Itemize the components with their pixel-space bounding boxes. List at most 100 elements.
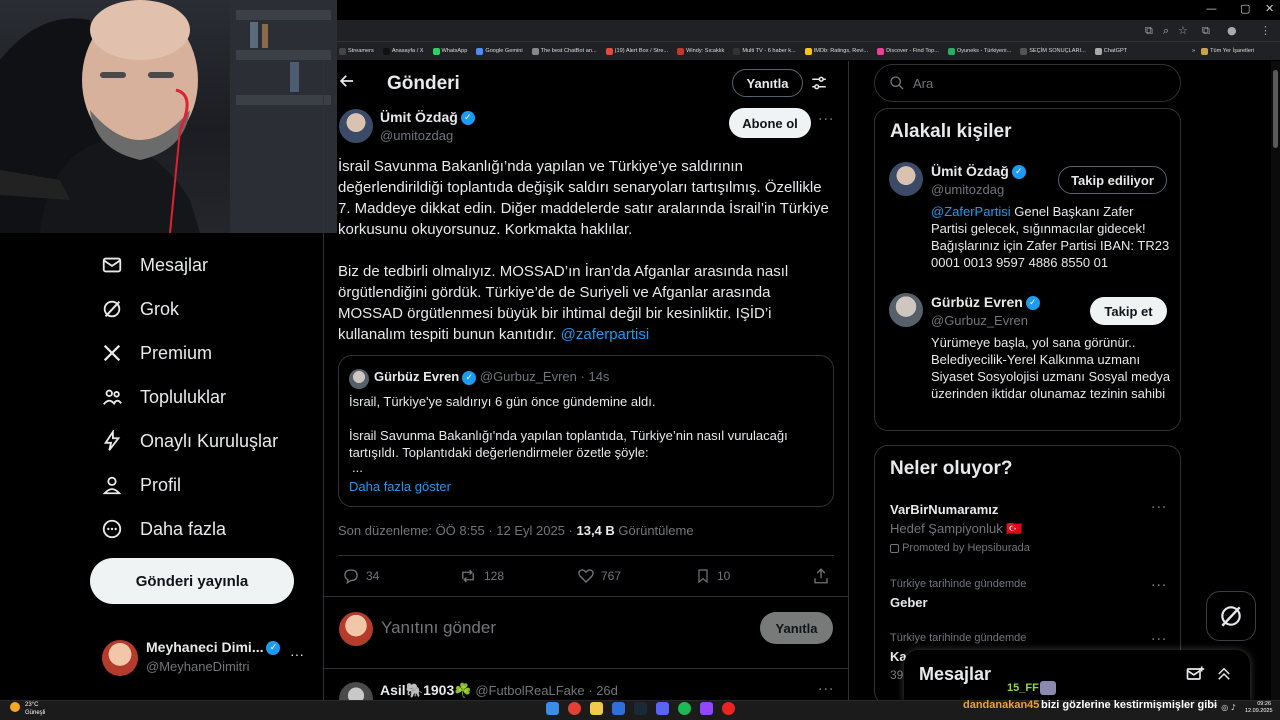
nav-profile[interactable]: Profil [100, 470, 181, 500]
bookmark-item[interactable]: Discover - Find Top... [877, 47, 939, 55]
trend-more-icon[interactable]: ··· [1151, 632, 1167, 648]
install-app-icon[interactable]: ⧉ [1145, 24, 1153, 38]
maximize-button[interactable]: ▢ [1240, 2, 1250, 15]
bookmarks-more-button[interactable]: » [1192, 48, 1195, 54]
extensions-icon[interactable]: ⧉ [1202, 24, 1210, 38]
following-button[interactable]: Takip ediliyor [1058, 166, 1167, 194]
bookmark-item[interactable]: Streamers [339, 47, 374, 55]
share-icon[interactable] [812, 567, 830, 590]
new-message-icon[interactable] [1185, 664, 1205, 689]
reply-action[interactable]: 34 [342, 567, 379, 585]
related-handle-2[interactable]: @Gurbuz_Evren [931, 313, 1028, 328]
account-switcher[interactable]: Meyhaneci Dimi... ✓ @MeyhaneDimitri ··· [100, 636, 315, 680]
all-bookmarks-button[interactable]: Tüm Yer İşaretleri [1201, 47, 1254, 55]
system-tray-icons[interactable]: ⌃ ◎ ♪ [1212, 703, 1236, 712]
chrome-icon[interactable] [568, 702, 581, 715]
related-name-2[interactable]: Gürbüz Evren [931, 294, 1023, 310]
bookmark-item[interactable]: ChatGPT [1094, 47, 1127, 55]
chat-overlay-user-1: 15_FF [1007, 682, 1039, 694]
reply-submit-button[interactable]: Yanıtla [760, 612, 833, 644]
search-input[interactable]: Ara [874, 64, 1181, 102]
related-name-1[interactable]: Ümit Özdağ [931, 163, 1009, 179]
related-avatar-1[interactable] [889, 162, 923, 196]
bookmark-star-icon[interactable]: ☆ [1178, 24, 1188, 37]
bookmark-count: 10 [717, 569, 731, 583]
reply-input[interactable]: Yanıtını gönder [381, 618, 496, 638]
like-action[interactable]: 767 [577, 567, 621, 585]
back-arrow-icon[interactable] [338, 72, 356, 95]
show-more-link[interactable]: Daha fazla göster [349, 479, 451, 494]
file-explorer-icon[interactable] [590, 702, 603, 715]
bookmark-label: Google Gemini [485, 48, 523, 54]
trend-more-icon[interactable]: ··· [1151, 500, 1167, 516]
trend-more-icon[interactable]: ··· [1151, 578, 1167, 594]
post-button[interactable]: Gönderi yayınla [90, 558, 294, 604]
post-mention-link[interactable]: @zaferpartisi [561, 326, 650, 343]
post-paragraph-1: İsrail Savunma Bakanlığı’nda yapılan ve … [338, 158, 829, 238]
bio-mention-link[interactable]: @ZaferPartisi [931, 204, 1011, 219]
bookmark-item[interactable]: (19) Alert Box / Stre... [605, 47, 669, 55]
bookmark-item[interactable]: Google Gemini [476, 47, 523, 55]
trend-name-2[interactable]: Geber [890, 595, 928, 610]
verified-badge-icon: ✓ [460, 110, 475, 125]
bookmark-item[interactable]: IMDb: Ratings, Revi... [804, 47, 868, 55]
filter-sliders-icon[interactable] [810, 74, 828, 97]
reply-author-name[interactable]: Asil🐘1903☘️ [380, 682, 472, 698]
minimize-button[interactable]: — [1206, 2, 1217, 15]
app-icon[interactable] [700, 702, 713, 715]
quoted-post[interactable]: Gürbüz Evren ✓ @Gurbuz_Evren · 14s İsrail… [338, 355, 834, 507]
reply-more-icon[interactable]: ··· [818, 682, 834, 698]
nav-verified-orgs-label: Onaylı Kuruluşlar [140, 430, 279, 451]
header-reply-button[interactable]: Yanıtla [732, 69, 803, 97]
close-window-button[interactable]: ✕ [1265, 2, 1274, 15]
grok-floating-button[interactable] [1206, 591, 1256, 641]
related-bio-2: Yürümeye başla, yol sana görünür.. Beled… [931, 335, 1171, 401]
bookmark-item[interactable]: SEÇİM SONUÇLARI... [1020, 47, 1086, 55]
follow-button[interactable]: Takip et [1090, 297, 1167, 325]
address-bar[interactable] [337, 20, 1280, 42]
start-icon[interactable] [546, 702, 559, 715]
bookmark-action[interactable]: 10 [695, 567, 730, 585]
account-more-icon[interactable]: ··· [290, 646, 304, 662]
bookmark-item[interactable]: Windy: Sıcaklık [677, 47, 724, 55]
nav-messages[interactable]: Mesajlar [100, 250, 208, 280]
bookmark-item[interactable]: Oyuneks - Türkiyeni... [947, 47, 1011, 55]
post-edited-timestamp[interactable]: Son düzenleme: ÖÖ 8:55 · 12 Eyl 2025 · [338, 523, 573, 538]
zoom-icon[interactable]: ⌕ [1163, 24, 1169, 38]
account-avatar [102, 640, 138, 676]
nav-more[interactable]: Daha fazla [100, 514, 226, 544]
related-handle-1[interactable]: @umitozdag [931, 182, 1004, 197]
nav-premium[interactable]: Premium [100, 338, 212, 368]
post-author-handle[interactable]: @umitozdag [380, 128, 453, 143]
steam-icon[interactable] [634, 702, 647, 715]
spotify-icon[interactable] [678, 702, 691, 715]
weather-widget[interactable]: 23°C Güneşli [25, 701, 45, 717]
clock[interactable]: 09:26 12.09.2025 [1245, 701, 1273, 715]
post-author-name[interactable]: Ümit Özdağ [380, 109, 458, 125]
scrollbar-thumb[interactable] [1273, 70, 1278, 148]
browser-menu-icon[interactable]: ⋮ [1260, 24, 1271, 37]
discord-icon[interactable] [656, 702, 669, 715]
obs-icon[interactable] [722, 702, 735, 715]
reply-author-handle[interactable]: @FutbolReaLFake [475, 683, 584, 698]
post-more-icon[interactable]: ··· [818, 112, 834, 128]
bookmark-label: (19) Alert Box / Stre... [614, 48, 669, 54]
repost-icon [462, 569, 474, 583]
trend-name-1[interactable]: VarBirNumaramız [890, 502, 998, 517]
messages-drawer[interactable]: Mesajlar [904, 650, 1250, 702]
bookmark-item[interactable]: The best ChatBot an... [531, 47, 597, 55]
nav-grok[interactable]: Grok [100, 294, 179, 324]
profile-avatar-icon[interactable]: ● [1227, 24, 1237, 37]
expand-chevron-icon[interactable] [1215, 664, 1233, 689]
bookmark-item[interactable]: WhatsApp [432, 47, 467, 55]
nav-verified-orgs[interactable]: Onaylı Kuruluşlar [100, 426, 278, 456]
bookmark-item[interactable]: Multi TV - 6 haber k... [733, 47, 796, 55]
subscribe-button[interactable]: Abone ol [729, 108, 811, 138]
post-author-avatar[interactable] [339, 109, 373, 143]
app-icon[interactable] [612, 702, 625, 715]
repost-action[interactable]: 128 [458, 567, 504, 585]
bookmark-item[interactable]: Anasayfa / X [382, 47, 424, 55]
related-avatar-2[interactable] [889, 293, 923, 327]
nav-communities[interactable]: Topluluklar [100, 382, 226, 412]
page-scrollbar[interactable] [1271, 61, 1280, 701]
